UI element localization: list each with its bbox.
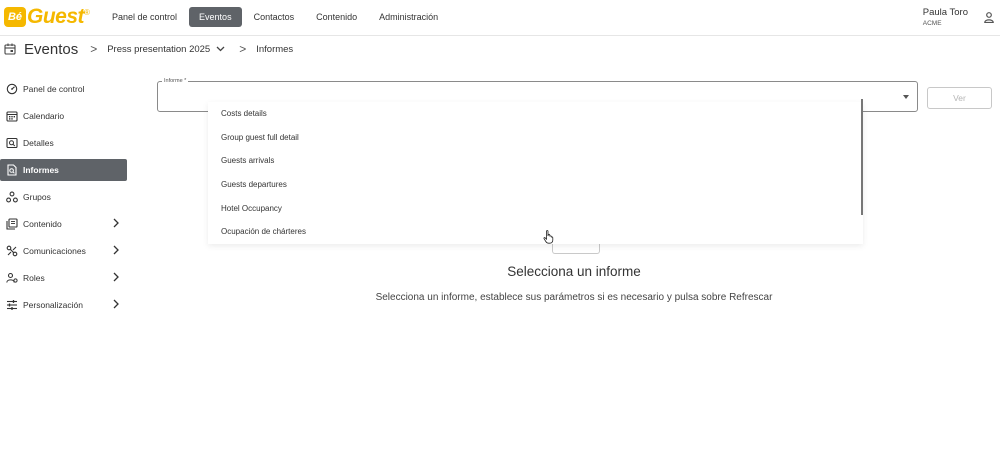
- breadcrumb-title[interactable]: Eventos: [24, 41, 78, 58]
- sidebar-item-personalizacion[interactable]: Personalización: [0, 294, 127, 316]
- view-button[interactable]: Ver: [927, 87, 992, 109]
- report-option[interactable]: Ocupación de chárteres: [208, 220, 863, 244]
- main-nav: Panel de control Eventos Contactos Conte…: [102, 7, 450, 27]
- calendar-icon: [6, 111, 18, 122]
- user-menu[interactable]: Paula Toro ACME: [923, 7, 968, 27]
- report-option[interactable]: Guests departures: [208, 173, 863, 197]
- report-select-label: Informe *: [162, 78, 189, 84]
- hand-cursor-icon: [543, 230, 554, 244]
- nav-item-eventos[interactable]: Eventos: [189, 7, 242, 27]
- empty-state-title: Selecciona un informe: [507, 264, 641, 279]
- details-icon: [6, 137, 18, 149]
- logo-badge: Bé: [4, 7, 26, 27]
- nav-item-contenido[interactable]: Contenido: [306, 7, 367, 27]
- chevron-right-icon: [113, 299, 119, 309]
- sidebar-item-label: Detalles: [23, 138, 54, 148]
- report-option[interactable]: Hotel Occupancy: [208, 196, 863, 220]
- top-bar: Bé Guest ® Panel de control Eventos Cont…: [0, 0, 1000, 36]
- app-logo[interactable]: Bé Guest ®: [4, 5, 90, 28]
- sidebar-item-label: Roles: [23, 273, 45, 283]
- logo-registered-mark: ®: [84, 7, 90, 17]
- sidebar-item-contenido[interactable]: Contenido: [0, 213, 127, 235]
- sidebar-item-label: Calendario: [23, 111, 65, 121]
- sidebar-item-label: Informes: [23, 165, 59, 175]
- breadcrumb-separator: >: [90, 42, 98, 56]
- sidebar-item-label: Contenido: [23, 219, 62, 229]
- report-options-dropdown: Costs details Group guest full detail Gu…: [208, 102, 863, 244]
- person-icon[interactable]: [984, 12, 994, 23]
- content-icon: [6, 218, 18, 230]
- report-option[interactable]: Costs details: [208, 102, 863, 126]
- user-name: Paula Toro: [922, 7, 968, 18]
- sidebar-item-calendario[interactable]: Calendario: [0, 105, 127, 127]
- calendar-icon: [4, 43, 16, 55]
- nav-item-contactos[interactable]: Contactos: [244, 7, 305, 27]
- sidebar-item-label: Grupos: [23, 192, 51, 202]
- nav-item-administracion[interactable]: Administración: [369, 7, 448, 27]
- sidebar-item-label: Comunicaciones: [23, 246, 86, 256]
- sidebar-item-panel-de-control[interactable]: Panel de control: [0, 78, 127, 100]
- breadcrumb-separator-2: >: [239, 42, 247, 56]
- dashboard-icon: [6, 83, 18, 95]
- tune-icon: [7, 300, 17, 310]
- sidebar-item-comunicaciones[interactable]: Comunicaciones: [0, 240, 127, 262]
- sidebar-item-label: Personalización: [23, 300, 84, 310]
- empty-state-text: Selecciona un informe, establece sus par…: [375, 292, 773, 303]
- chevron-down-icon[interactable]: [216, 46, 225, 52]
- report-option[interactable]: Group guest full detail: [208, 126, 863, 150]
- breadcrumb: Eventos > Press presentation 2025 > Info…: [4, 40, 299, 58]
- sidebar-item-roles[interactable]: Roles: [0, 267, 127, 289]
- groups-icon: [6, 191, 18, 203]
- chevron-right-icon: [113, 218, 119, 228]
- dropdown-scrollbar[interactable]: [861, 99, 863, 215]
- breadcrumb-current: Informes: [256, 43, 294, 55]
- dropdown-arrow-icon[interactable]: [903, 95, 909, 99]
- user-org: ACME: [922, 20, 942, 27]
- report-icon: [7, 164, 17, 176]
- sidebar-item-grupos[interactable]: Grupos: [0, 186, 127, 208]
- sidebar-item-label: Panel de control: [23, 84, 85, 94]
- sidebar: Panel de control Calendario Detalles Inf…: [0, 78, 140, 321]
- logo-wordmark: Guest: [27, 5, 85, 28]
- report-option[interactable]: Guests arrivals: [208, 149, 863, 173]
- roles-icon: [6, 272, 18, 283]
- chevron-right-icon: [113, 245, 119, 255]
- sidebar-item-informes[interactable]: Informes: [0, 159, 127, 181]
- nav-item-panel-de-control[interactable]: Panel de control: [102, 7, 187, 27]
- sidebar-item-detalles[interactable]: Detalles: [0, 132, 127, 154]
- breadcrumb-event[interactable]: Press presentation 2025: [107, 44, 210, 55]
- communications-icon: [6, 245, 18, 257]
- chevron-right-icon: [113, 272, 119, 282]
